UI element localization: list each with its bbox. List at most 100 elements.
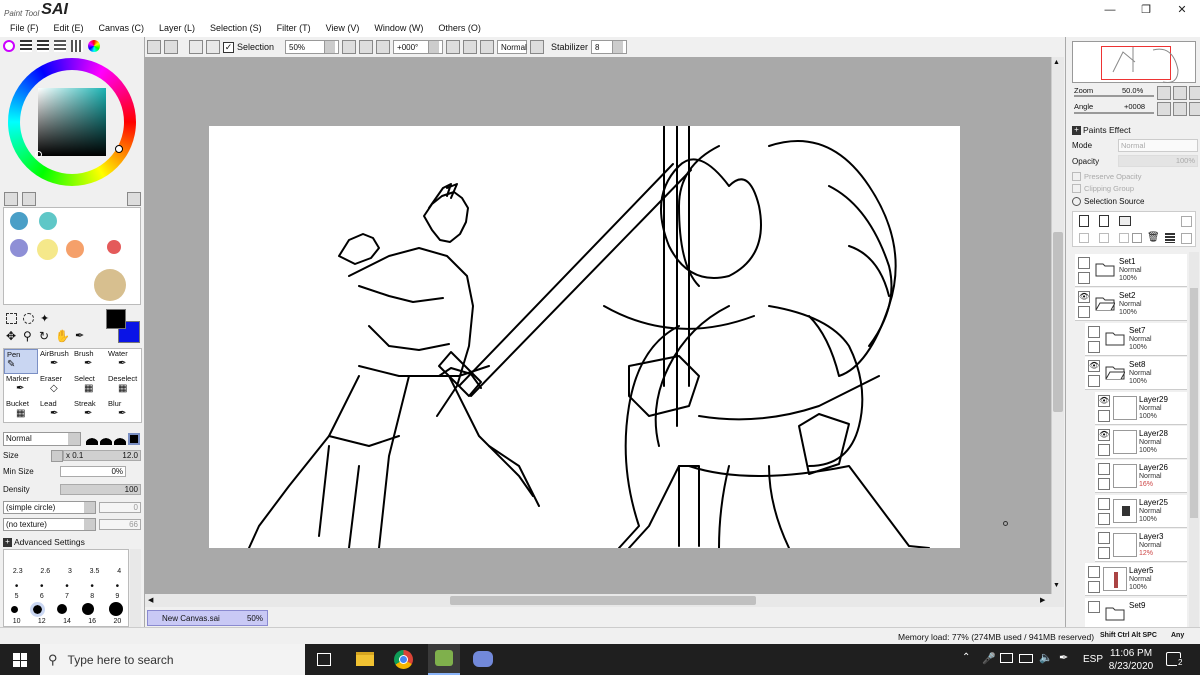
layer-select-checkbox[interactable] [1098,547,1110,559]
layer-row[interactable]: 👁 Layer28 Normal 100% [1095,426,1187,459]
visibility-toggle[interactable] [1098,498,1110,510]
layer-mask-icon[interactable] [1181,233,1192,244]
size-preset[interactable]: 12 [38,618,46,625]
undo-button[interactable] [147,40,161,54]
size-preset[interactable]: 2.6 [40,568,50,575]
swatch[interactable] [107,240,121,254]
layer-row[interactable]: Set1 Normal 100% [1075,254,1187,287]
microphone-icon[interactable]: 🎤 [982,652,996,665]
size-preset[interactable]: 20 [113,618,121,625]
menu-selection[interactable]: Selection (S) [210,23,262,33]
selection-checkbox[interactable]: ✓ [223,41,234,53]
show-hidden-icons[interactable]: ⌃ [962,652,970,663]
nav-rotate-right-button[interactable] [1173,102,1187,116]
zoom-icon[interactable]: ⚲ [23,329,32,343]
tool-eraser[interactable]: Eraser ◇ [38,374,72,399]
layer-select-checkbox[interactable] [1088,581,1100,593]
menu-file[interactable]: File (F) [10,23,39,33]
visibility-toggle[interactable] [1088,566,1100,578]
tool-streak[interactable]: Streak ✒ [72,399,106,424]
rotate-right-button[interactable] [463,40,478,54]
scroll-down-icon[interactable]: ▼ [1053,582,1060,589]
size-preset[interactable]: 10 [13,618,21,625]
menu-others[interactable]: Others (O) [438,23,481,33]
invert-selection-button[interactable] [206,40,220,54]
hand-icon[interactable]: ✋ [55,329,70,343]
swatch-menu-button[interactable] [127,192,141,206]
rotate-left-button[interactable] [446,40,461,54]
tool-deselect[interactable]: Deselect ▦ [106,374,140,399]
size-preset[interactable]: 2.3 [13,568,23,575]
layer-select-checkbox[interactable] [1098,410,1110,422]
size-preset[interactable]: 7 [65,593,69,600]
zoom-out-button[interactable] [342,40,357,54]
layer-mode-select[interactable]: Normal [1118,139,1198,152]
painttool-sai-icon[interactable] [428,644,460,675]
nav-rotate-left-button[interactable] [1157,102,1171,116]
volume-icon[interactable]: 🔈 [1039,651,1053,664]
rotate-reset-button[interactable] [480,40,495,54]
eyedropper-icon[interactable]: ✒ [75,329,84,342]
canvas-horizontal-scrollbar[interactable]: ◀ ▶ [145,594,1064,607]
menu-view[interactable]: View (V) [326,23,360,33]
swatch[interactable] [94,269,126,301]
nav-angle-slider[interactable] [1074,112,1154,114]
hsv-slider-mode-icon[interactable] [37,40,49,52]
visibility-toggle[interactable] [1098,532,1110,544]
task-view-icon[interactable] [317,653,331,666]
size-mult-select[interactable] [51,450,63,462]
layer-row[interactable]: Layer3 Normal 12% [1095,529,1187,562]
selection-source-option[interactable]: Selection Source [1072,197,1144,206]
vertical-scroll-thumb[interactable] [1053,232,1063,412]
size-slider[interactable]: x 0.1 12.0 [63,450,141,461]
visibility-toggle[interactable] [1098,463,1110,475]
tool-bucket[interactable]: Bucket ▦ [4,399,38,424]
scroll-right-icon[interactable]: ▶ [1040,596,1045,604]
flip-button[interactable] [530,40,545,54]
discord-icon[interactable] [473,651,493,667]
visibility-toggle[interactable] [1088,601,1100,613]
layer-row[interactable]: 👁 Set2 Normal 100% [1075,288,1187,321]
tool-lead[interactable]: Lead ✒ [38,399,72,424]
clipping-group-option[interactable]: Clipping Group [1072,184,1134,193]
eye-icon[interactable]: 👁 [1098,429,1110,441]
size-preset[interactable]: 9 [115,593,119,600]
battery-icon[interactable] [1019,654,1033,663]
tool-airbrush[interactable]: AirBrush ✒ [38,349,72,374]
tool-brush[interactable]: Brush ✒ [72,349,106,374]
tool-marker[interactable]: Marker ✒ [4,374,38,399]
layer-row[interactable]: 👁 Set8 Normal 100% [1085,357,1187,390]
layer-row[interactable]: Layer26 Normal 16% [1095,460,1187,493]
new-layer-icon[interactable] [1079,215,1089,227]
color-wheel-mode-icon[interactable] [3,40,15,52]
move-icon[interactable]: ✥ [6,329,16,343]
brush-mode-select[interactable]: Normal [3,432,81,446]
menu-window[interactable]: Window (W) [374,23,423,33]
layer-select-checkbox[interactable] [1088,375,1100,387]
size-preset[interactable]: 14 [63,618,71,625]
primary-color[interactable] [106,309,126,329]
horizontal-scroll-thumb[interactable] [450,596,756,605]
brush-shape-strength[interactable]: 0 [99,502,141,513]
scroll-left-icon[interactable]: ◀ [148,596,153,604]
pen-workspace-icon[interactable]: ✒ [1059,651,1068,664]
menu-filter[interactable]: Filter (T) [277,23,311,33]
layer-row[interactable]: Set7 Normal 100% [1085,323,1187,356]
sv-picker-handle[interactable] [35,151,42,158]
taskbar-search[interactable]: ⚲ Type here to search [40,644,305,675]
rotate-icon[interactable]: ↻ [39,329,49,343]
layer-select-checkbox[interactable] [1088,341,1100,353]
new-linework-layer-icon[interactable] [1099,215,1109,227]
lasso-icon[interactable] [23,313,34,324]
swatch-remove-button[interactable] [22,192,36,206]
minimize-icon[interactable]: — [1092,0,1128,19]
deselect-button[interactable] [189,40,203,54]
edge-hard-icon[interactable] [86,433,98,445]
zoom-in-button[interactable] [359,40,374,54]
nav-zoom-slider[interactable] [1074,95,1154,97]
clock[interactable]: 11:06 PM 8/23/2020 [1106,647,1156,673]
nav-zoom-in-button[interactable] [1173,86,1187,100]
size-preset[interactable]: 8 [90,593,94,600]
swatch-mode-icon[interactable] [71,40,83,52]
rotation-combo[interactable]: +000° [393,40,444,54]
